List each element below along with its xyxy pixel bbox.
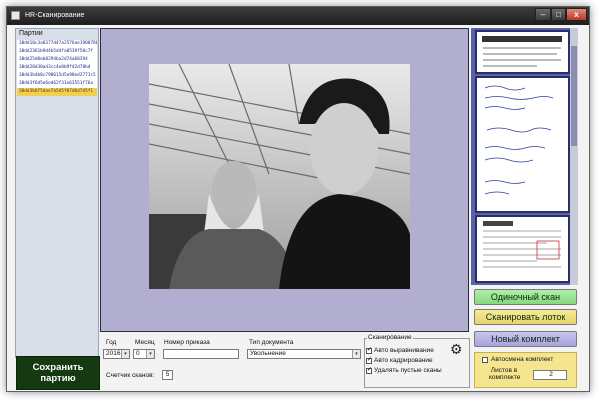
auto-crop-label: Авто кадрирование xyxy=(374,357,433,364)
batches-header: Партии xyxy=(19,30,43,37)
maximize-icon: □ xyxy=(556,9,561,19)
auto-set-checkbox[interactable] xyxy=(482,357,488,363)
scan-counter-value: 5 xyxy=(162,370,173,380)
month-value: 0 xyxy=(136,350,140,357)
chevron-down-icon[interactable]: ▾ xyxy=(121,350,129,358)
order-number-label: Номер приказа xyxy=(164,339,210,346)
sheets-label-line2: комплекте xyxy=(489,374,521,381)
document-type-value: Увольнение xyxy=(250,350,286,357)
auto-set-panel: Автосмена комплект Листов в комплекте 2 xyxy=(474,352,577,388)
save-batch-label-line2: партию xyxy=(40,373,76,384)
thumbnail-document-1 xyxy=(482,36,562,67)
maximize-button[interactable]: □ xyxy=(551,8,566,21)
auto-crop-checkbox[interactable] xyxy=(366,356,372,364)
scanned-photo xyxy=(149,64,410,289)
minimize-button[interactable]: – xyxy=(535,8,551,21)
batch-item[interactable]: 30dd2361b9d4b5d4fa8539f50c7f xyxy=(17,48,97,56)
remove-blank-checkbox[interactable] xyxy=(366,366,372,374)
page-thumbnail[interactable] xyxy=(475,215,570,283)
auto-align-checkbox[interactable] xyxy=(366,346,372,354)
chevron-down-icon[interactable]: ▾ xyxy=(352,350,360,358)
save-batch-label-line1: Сохранить xyxy=(32,362,84,373)
scan-tray-button[interactable]: Сканировать лоток xyxy=(474,309,577,325)
year-label: Год xyxy=(106,339,117,346)
new-set-button[interactable]: Новый комплект xyxy=(474,331,577,347)
close-button[interactable]: x xyxy=(566,8,587,21)
settings-gear-icon[interactable]: ⚙ xyxy=(450,341,463,357)
batch-item-selected[interactable]: 30dd3b6f5dae7a5d5f07d6d7d5f1 xyxy=(17,88,97,96)
year-select[interactable]: 2016 ▾ xyxy=(103,349,130,359)
batch-item[interactable]: 30dd28d30ad3cc4e8b9fd2d78bd xyxy=(17,64,97,72)
batch-item[interactable]: 30dd25d0eb8294ba2d74a60394 xyxy=(17,56,97,64)
batch-item[interactable]: 30dd3f6d5e6ed62f31e63551f76a xyxy=(17,80,97,88)
title-bar[interactable] xyxy=(7,7,589,25)
minimize-icon: – xyxy=(540,9,546,19)
page-thumbnail[interactable] xyxy=(475,76,570,213)
thumbnail-document-2 xyxy=(484,85,554,195)
thumbnail-document-3 xyxy=(483,221,561,268)
auto-align-label: Авто выравнивание xyxy=(374,347,434,354)
batches-list[interactable]: 30dd18c3a0377d47a2576ae1900780 30dd2361b… xyxy=(17,40,97,96)
month-label: Месяц xyxy=(135,339,155,346)
month-select[interactable]: 0 ▾ xyxy=(133,349,155,359)
scanned-photo-image xyxy=(149,64,410,289)
scan-counter-label: Счетчик сканов: xyxy=(106,372,155,379)
batch-item[interactable]: 30dd3b4b8c790615d5e98ed2771c5 xyxy=(17,72,97,80)
window-title: HR-Сканирование xyxy=(25,12,85,19)
page-thumbnail[interactable] xyxy=(475,30,570,74)
thumbnail-scrollbar-thumb[interactable] xyxy=(571,46,577,146)
auto-set-label: Автосмена комплект xyxy=(491,356,554,363)
app-icon xyxy=(11,11,20,20)
save-batch-button[interactable]: Сохранить партию xyxy=(16,356,100,390)
thumbnail-strip[interactable] xyxy=(471,28,578,285)
document-type-select[interactable]: Увольнение ▾ xyxy=(247,349,361,359)
remove-blank-label: Удалять пустые сканы xyxy=(374,367,442,374)
scanning-group-title: Сканирование xyxy=(367,334,413,342)
single-scan-button[interactable]: Одиночный скан xyxy=(474,289,577,305)
year-value: 2016 xyxy=(106,350,121,357)
chevron-down-icon[interactable]: ▾ xyxy=(146,350,154,358)
document-type-label: Тип документа xyxy=(249,339,294,346)
batch-item[interactable]: 30dd18c3a0377d47a2576ae1900780 xyxy=(17,40,97,48)
order-number-input[interactable] xyxy=(163,349,239,359)
sheets-per-set-input[interactable]: 2 xyxy=(533,370,567,380)
close-icon: x xyxy=(574,9,579,19)
